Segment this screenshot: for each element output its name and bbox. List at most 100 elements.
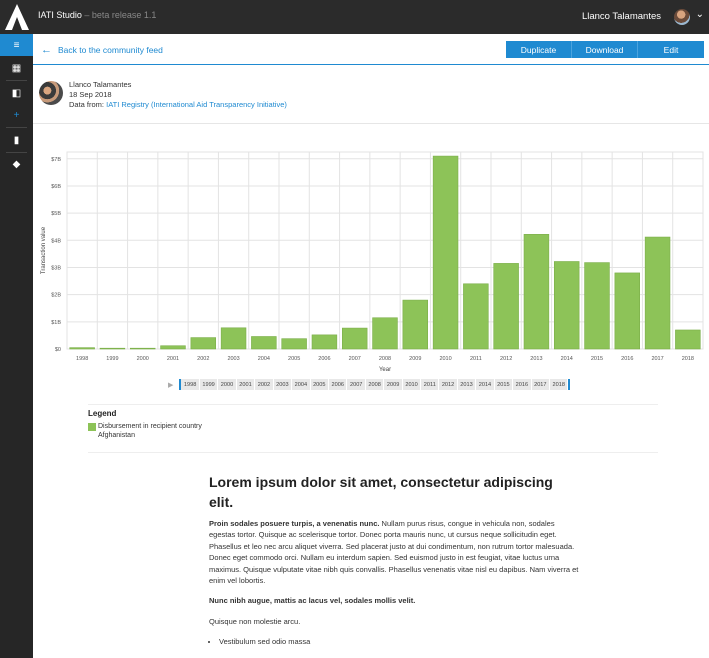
article-paragraph: Nunc nibh augue, mattis ac lacus vel, so… xyxy=(209,595,579,606)
add-icon[interactable]: + xyxy=(0,104,33,126)
data-source-link[interactable]: IATI Registry (International Aid Transpa… xyxy=(106,100,287,109)
article-heading: Lorem ipsum dolor sit amet, consectetur … xyxy=(209,474,553,510)
x-tick-label: 2008 xyxy=(379,356,391,362)
timeline-year[interactable]: 2011 xyxy=(421,379,440,390)
x-tick-label: 2013 xyxy=(530,356,542,362)
timeline-year[interactable]: 2017 xyxy=(532,379,551,390)
x-tick-label: 2011 xyxy=(470,356,482,362)
play-icon[interactable]: ▶ xyxy=(168,381,173,389)
timeline-year[interactable]: 2000 xyxy=(218,379,237,390)
x-tick-label: 2010 xyxy=(439,356,451,362)
legend-swatch xyxy=(88,423,96,431)
bar xyxy=(614,272,641,350)
paragraph-text: Nullam purus risus, congue in vehicula n… xyxy=(209,519,579,586)
timeline-year[interactable]: 2002 xyxy=(255,379,274,390)
author-name: Llanco Talamantes xyxy=(69,80,132,89)
user-avatar[interactable] xyxy=(674,9,690,25)
legend-divider xyxy=(88,404,658,405)
timeline-year[interactable]: 2014 xyxy=(476,379,495,390)
y-tick-label: $7B xyxy=(51,157,61,163)
x-tick-label: 2001 xyxy=(167,356,179,362)
timeline-range[interactable]: 1998 1999 2000 2001 2002 2003 2004 2005 2006 2007… xyxy=(179,379,571,390)
header-divider xyxy=(33,64,709,65)
timeline-year[interactable]: 2012 xyxy=(439,379,458,390)
legend-divider xyxy=(88,452,658,453)
bar xyxy=(402,299,429,350)
edit-button[interactable]: Edit xyxy=(638,41,704,58)
bar xyxy=(251,336,277,350)
article-list: Vestibulum sed odio massa xyxy=(219,636,579,647)
chart-canvas: $0 $1B $2B $3B $4B $5B $6B $7B 1998 1999 2000 2001 2… xyxy=(41,151,704,373)
timeline-year[interactable]: 2006 xyxy=(329,379,348,390)
chevron-down-icon[interactable]: ⌄ xyxy=(696,9,704,20)
timeline-year[interactable]: 2016 xyxy=(513,379,532,390)
menu-icon[interactable]: ≡ xyxy=(0,34,33,56)
x-tick-label: 1998 xyxy=(76,356,88,362)
timeline-year[interactable]: 2018 xyxy=(550,379,569,390)
back-to-feed-link[interactable]: ← Back to the community feed xyxy=(41,44,163,56)
paragraph-bold: Nunc nibh augue, mattis ac lacus vel, so… xyxy=(209,596,416,606)
sidebar-divider xyxy=(6,127,27,128)
bar xyxy=(372,317,398,350)
x-tick-label: 2005 xyxy=(288,356,300,362)
app-logo-icon[interactable] xyxy=(5,4,29,30)
paragraph-lead: Proin sodales posuere turpis, a venenati… xyxy=(209,519,380,528)
timeline-year[interactable]: 2001 xyxy=(237,379,256,390)
trash-icon[interactable]: ▮ xyxy=(0,129,33,151)
x-tick-label: 2015 xyxy=(591,356,603,362)
author-avatar xyxy=(39,81,63,105)
bar xyxy=(523,234,550,350)
data-source-line: Data from: IATI Registry (International … xyxy=(69,100,287,110)
bar xyxy=(99,347,126,350)
timeline-year[interactable]: 2008 xyxy=(366,379,385,390)
x-axis-label: Year xyxy=(379,367,391,373)
author-divider xyxy=(33,123,709,124)
legend-country-label: Afghanistan xyxy=(98,432,135,439)
bar xyxy=(281,338,307,350)
timeline-year[interactable]: 1998 xyxy=(181,379,200,390)
download-button[interactable]: Download xyxy=(572,41,638,58)
y-tick-label: $0 xyxy=(55,347,61,353)
timeline-year[interactable]: 2013 xyxy=(458,379,477,390)
x-tick-label: 2003 xyxy=(227,356,239,362)
bar xyxy=(220,327,247,350)
bar xyxy=(584,262,610,350)
timeline-year[interactable]: 2007 xyxy=(347,379,366,390)
timeline-year[interactable]: 2015 xyxy=(495,379,514,390)
timeline-year[interactable]: 2003 xyxy=(274,379,293,390)
user-name[interactable]: Llanco Talamantes xyxy=(582,11,661,22)
x-tick-label: 1999 xyxy=(106,356,118,362)
bar xyxy=(69,347,95,350)
x-tick-label: 2006 xyxy=(318,356,330,362)
x-tick-label: 2004 xyxy=(258,356,270,362)
timeline-year[interactable]: 2009 xyxy=(384,379,403,390)
app-name: IATI Studio xyxy=(38,10,82,20)
sidebar: ≡ ▦ ◧ + ▮ ◆ xyxy=(0,34,33,658)
timeline-year[interactable]: 1999 xyxy=(200,379,219,390)
y-tick-label: $1B xyxy=(51,320,61,326)
bar xyxy=(160,345,186,350)
main-content: ← Back to the community feed Duplicate D… xyxy=(33,34,709,658)
bar xyxy=(493,263,519,350)
x-tick-label: 2012 xyxy=(500,356,512,362)
gallery-icon[interactable]: ◧ xyxy=(0,82,33,104)
x-tick-label: 2016 xyxy=(621,356,633,362)
bar xyxy=(553,261,580,350)
back-link-label: Back to the community feed xyxy=(58,45,163,55)
data-from-label: Data from: xyxy=(69,100,105,109)
y-tick-label: $3B xyxy=(51,265,61,271)
timeline-year[interactable]: 2004 xyxy=(292,379,311,390)
timeline-year[interactable]: 2010 xyxy=(403,379,422,390)
app-version: – beta release 1.1 xyxy=(84,10,157,20)
author-info: Llanco Talamantes 18 Sep 2018 Data from:… xyxy=(69,80,287,110)
year-timeline: ▶ 1998 1999 2000 2001 2002 2003 2004 2005 2006 20… xyxy=(168,379,571,390)
y-tick-label: $4B xyxy=(51,238,61,244)
duplicate-button[interactable]: Duplicate xyxy=(506,41,572,58)
bar xyxy=(311,334,338,350)
x-tick-label: 2009 xyxy=(409,356,421,362)
dashboard-icon[interactable]: ▦ xyxy=(0,57,33,79)
timeline-year[interactable]: 2005 xyxy=(311,379,330,390)
education-icon[interactable]: ◆ xyxy=(0,153,33,175)
list-item: Vestibulum sed odio massa xyxy=(219,636,579,647)
y-tick-label: $2B xyxy=(51,293,61,299)
